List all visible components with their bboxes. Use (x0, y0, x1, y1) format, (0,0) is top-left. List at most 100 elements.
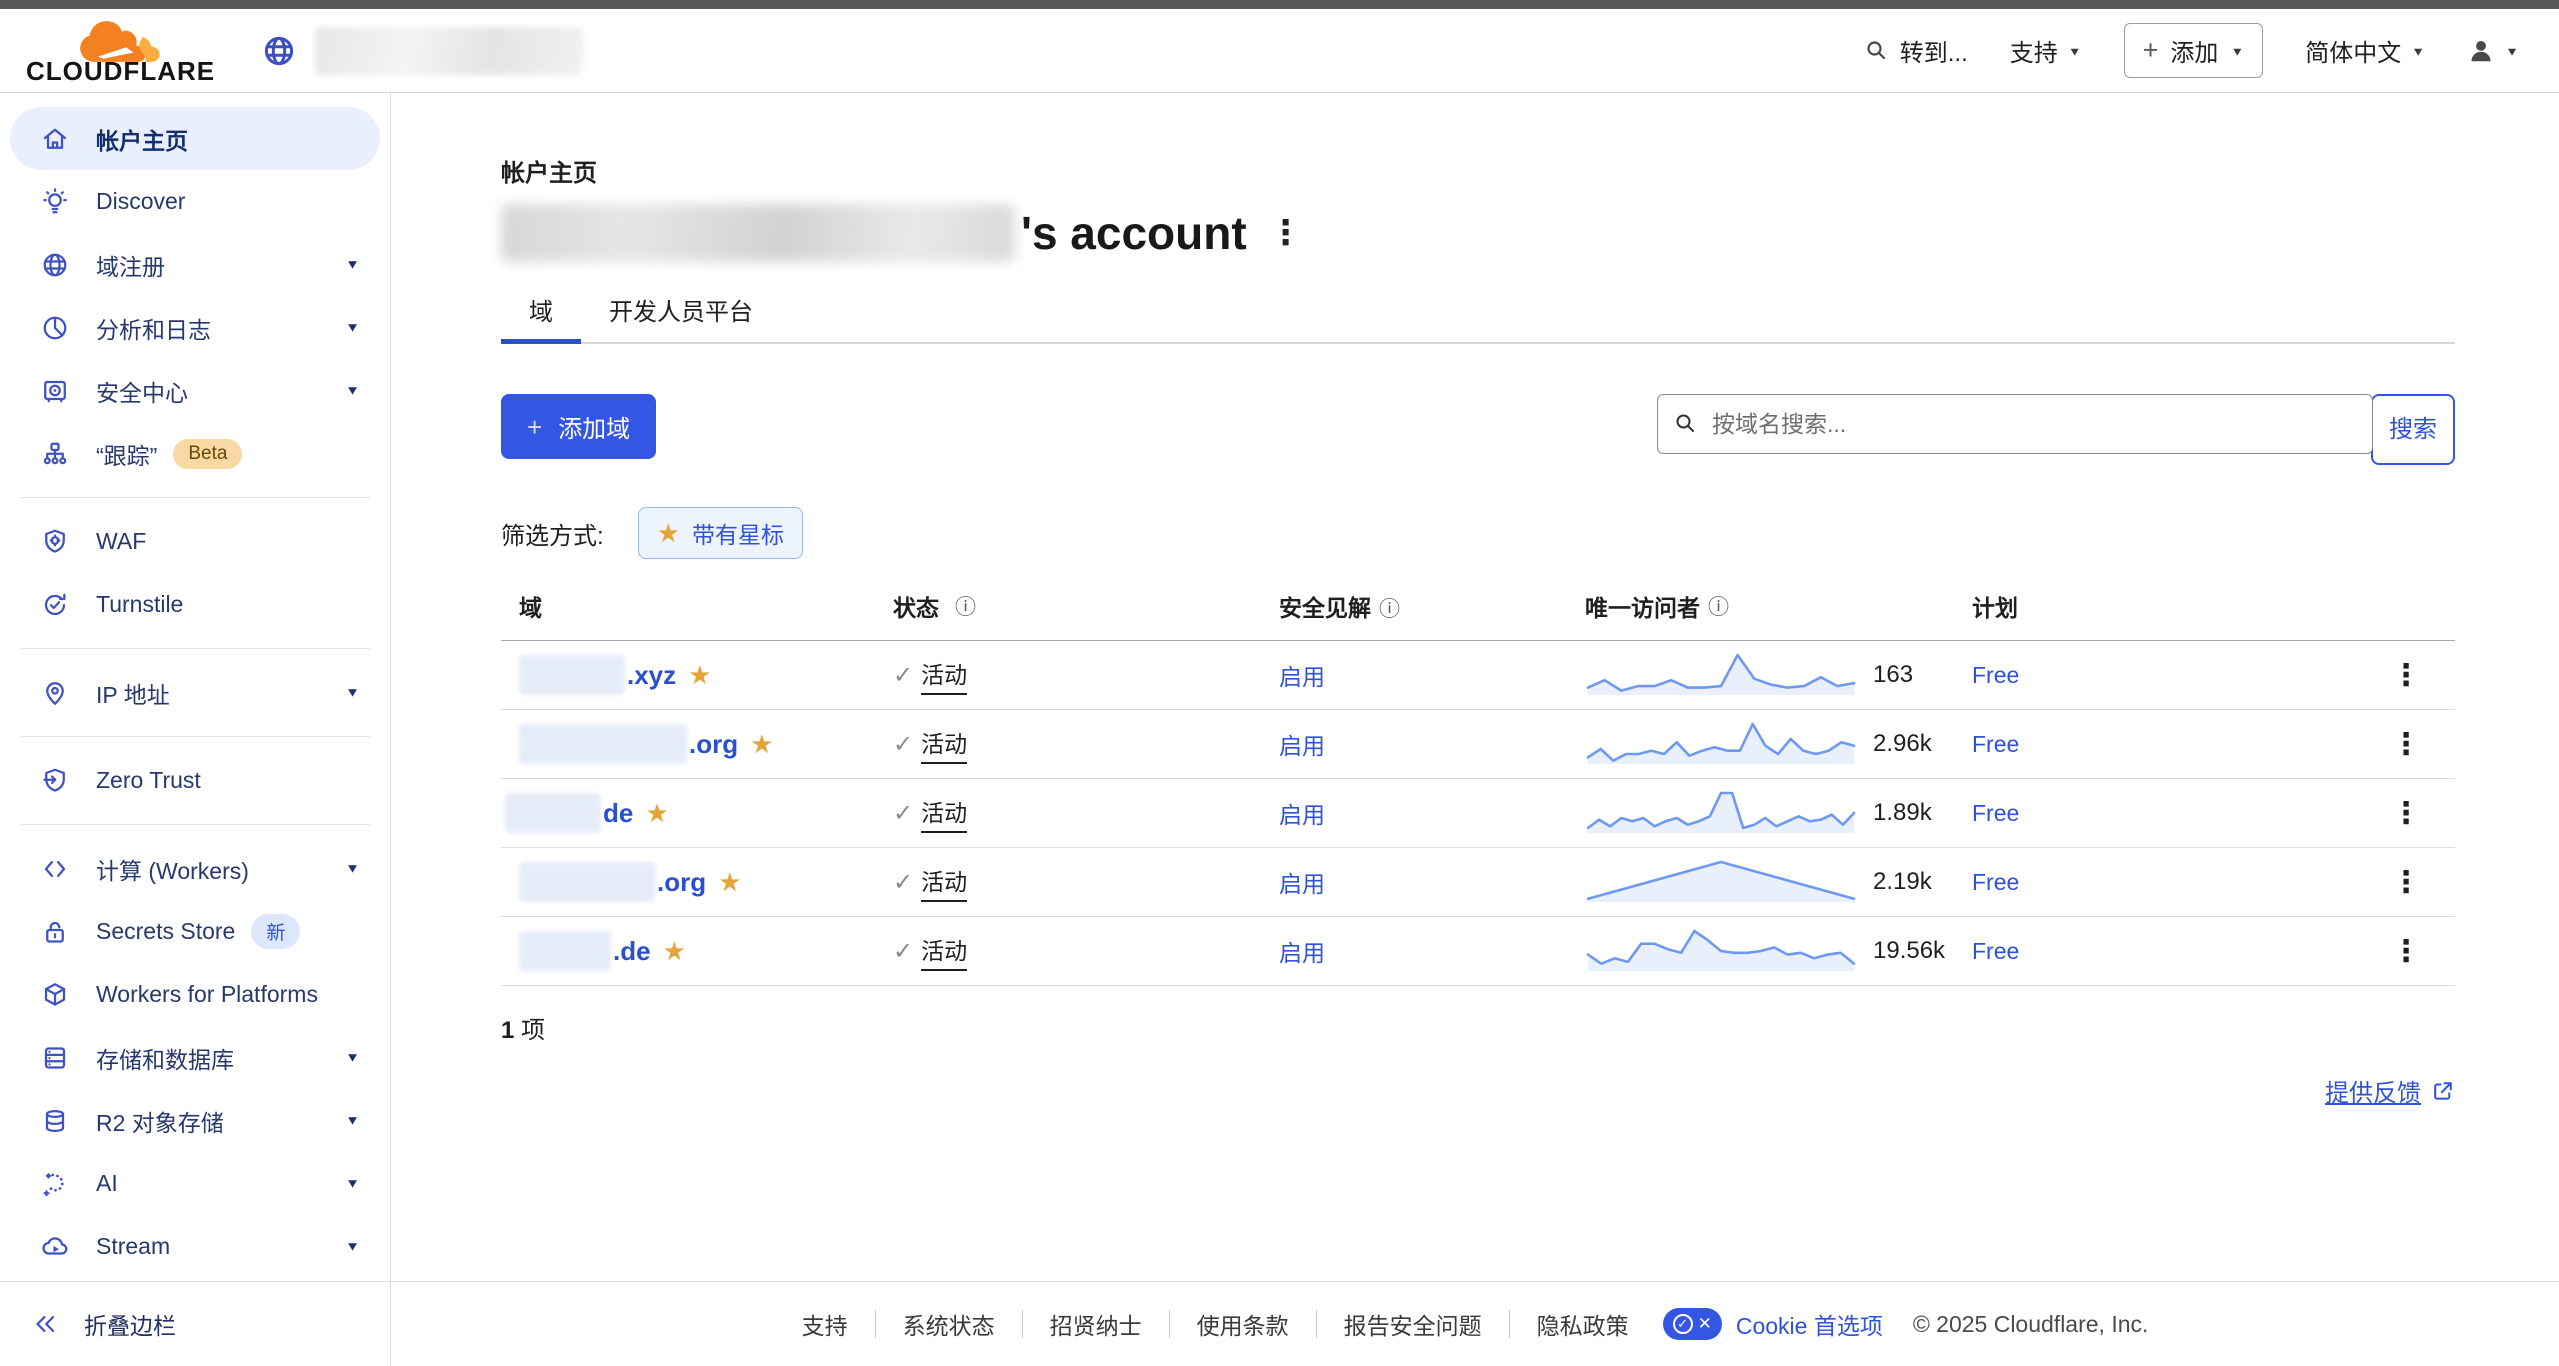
plan-link[interactable]: Free (1972, 869, 2019, 895)
status-text: 活动 (921, 794, 967, 833)
domain-link[interactable]: .de (613, 936, 651, 967)
sidebar-item-tracking[interactable]: “跟踪” Beta (10, 422, 380, 485)
insight-link[interactable]: 启用 (1279, 664, 1325, 690)
footer-separator (875, 1310, 876, 1338)
footer-link-terms[interactable]: 使用条款 (1197, 1307, 1289, 1341)
insight-link[interactable]: 启用 (1279, 940, 1325, 966)
visitors-cell: 163 (1585, 652, 1972, 698)
collapse-sidebar-button[interactable]: 折叠边栏 (0, 1281, 390, 1366)
account-kebab-menu[interactable]: ⋮ (1269, 213, 1303, 253)
footer-link-support[interactable]: 支持 (802, 1307, 848, 1341)
footer-link-careers[interactable]: 招贤纳士 (1050, 1307, 1142, 1341)
row-kebab-menu[interactable]: ⋮ (2391, 935, 2421, 968)
check-icon: ✓ (893, 799, 913, 828)
domain-search-input[interactable] (1657, 394, 2373, 454)
insight-link[interactable]: 启用 (1279, 871, 1325, 897)
star-icon[interactable]: ★ (645, 798, 668, 829)
sidebar-item-label: WAF (96, 528, 146, 555)
insight-link[interactable]: 启用 (1279, 733, 1325, 759)
table-header: 域 状态ⓘ 安全见解ⓘ 唯一访问者ⓘ 计划 (501, 589, 2455, 641)
shield-gear-icon (40, 527, 70, 557)
info-icon[interactable]: ⓘ (1379, 598, 1400, 621)
star-icon[interactable]: ★ (750, 729, 773, 760)
check-icon: ✓ (893, 661, 913, 690)
starred-filter-chip[interactable]: ★ 带有星标 (638, 507, 803, 559)
status-cell: ✓ 活动 (893, 725, 1279, 764)
cookie-consent-icon[interactable]: ✓ ✕ (1663, 1308, 1722, 1340)
footer-link-privacy[interactable]: 隐私政策 (1537, 1307, 1629, 1341)
sidebar-item-turnstile[interactable]: Turnstile (10, 573, 380, 636)
star-icon[interactable]: ★ (718, 867, 741, 898)
visitors-value: 2.19k (1873, 868, 1932, 896)
feedback-link[interactable]: 提供反馈 (2325, 1073, 2455, 1108)
visitors-value: 19.56k (1873, 937, 1945, 965)
sidebar-item-label: 计算 (Workers) (96, 852, 249, 886)
domain-link[interactable]: de (603, 798, 633, 829)
sidebar-item-analytics-logs[interactable]: 分析和日志 ▼ (10, 296, 380, 359)
domain-cell: de ★ (501, 793, 893, 833)
sidebar-item-storage-databases[interactable]: 存储和数据库 ▼ (10, 1026, 380, 1089)
cookie-preferences-link[interactable]: Cookie 首选项 (1736, 1307, 1883, 1341)
sidebar-item-security-center[interactable]: 安全中心 ▼ (10, 359, 380, 422)
row-kebab-menu[interactable]: ⋮ (2391, 797, 2421, 830)
footer-link-system-status[interactable]: 系统状态 (903, 1307, 995, 1341)
chevron-down-icon: ▼ (345, 320, 360, 334)
star-icon[interactable]: ★ (663, 936, 686, 967)
sidebar-item-account-home[interactable]: 帐户主页 (10, 107, 380, 170)
info-icon[interactable]: ⓘ (955, 591, 976, 621)
sidebar-item-waf[interactable]: WAF (10, 510, 380, 573)
sidebar-item-stream[interactable]: Stream ▼ (10, 1215, 380, 1278)
sidebar-item-discover[interactable]: Discover (10, 170, 380, 233)
bulb-icon (40, 187, 70, 217)
security-insight-cell: 启用 (1279, 934, 1585, 968)
visitors-value: 163 (1873, 661, 1913, 689)
info-icon[interactable]: ⓘ (1708, 591, 1729, 621)
add-domain-button[interactable]: + 添加域 (501, 394, 656, 459)
cloudflare-logo[interactable]: CLOUDFLARE (26, 18, 215, 84)
domain-link[interactable]: .xyz (627, 660, 676, 691)
chevron-down-icon: ▼ (2068, 44, 2082, 58)
footer-separator (1022, 1310, 1023, 1338)
plan-link[interactable]: Free (1972, 662, 2019, 688)
column-header-security-insights: 安全见解ⓘ (1279, 589, 1585, 623)
tab-developer-platform[interactable]: 开发人员平台 (581, 292, 781, 342)
sidebar-item-zero-trust[interactable]: Zero Trust (10, 749, 380, 812)
user-account-menu[interactable]: ▼ (2467, 37, 2519, 65)
page-title-row: 's account ⋮ (501, 200, 2455, 266)
insight-link[interactable]: 启用 (1279, 802, 1325, 828)
tab-domains[interactable]: 域 (501, 292, 581, 342)
go-to-search[interactable]: 转到... (1864, 33, 1968, 68)
lock-icon (40, 917, 70, 947)
plan-link[interactable]: Free (1972, 731, 2019, 757)
star-icon[interactable]: ★ (688, 660, 711, 691)
tab-bar: 域 开发人员平台 (501, 292, 2455, 344)
sidebar-item-ip-addresses[interactable]: IP 地址 ▼ (10, 661, 380, 724)
sidebar-item-workers-compute[interactable]: 计算 (Workers) ▼ (10, 837, 380, 900)
plan-link[interactable]: Free (1972, 800, 2019, 826)
domain-link[interactable]: .org (657, 867, 706, 898)
breadcrumb[interactable]: 帐户主页 (501, 153, 2455, 188)
footer-link-report-security[interactable]: 报告安全问题 (1344, 1307, 1482, 1341)
language-menu[interactable]: 简体中文 ▼ (2305, 33, 2425, 68)
account-title-redacted (501, 204, 1015, 262)
sidebar-item-domain-registration[interactable]: 域注册 ▼ (10, 233, 380, 296)
domain-link[interactable]: .org (689, 729, 738, 760)
support-label: 支持 (2010, 33, 2058, 68)
account-name-redacted[interactable] (315, 27, 583, 75)
account-globe-icon (261, 33, 297, 69)
row-kebab-menu[interactable]: ⋮ (2391, 659, 2421, 692)
row-kebab-menu[interactable]: ⋮ (2391, 866, 2421, 899)
add-menu-button[interactable]: + 添加 ▼ (2124, 23, 2264, 78)
sidebar-item-label: 域注册 (96, 248, 165, 282)
sidebar-item-secrets-store[interactable]: Secrets Store 新 (10, 900, 380, 963)
sidebar-item-label: 分析和日志 (96, 311, 211, 345)
sidebar-item-label: “跟踪” (96, 437, 157, 471)
sidebar-item-ai[interactable]: AI ▼ (10, 1152, 380, 1215)
search-button[interactable]: 搜索 (2371, 394, 2455, 465)
support-menu[interactable]: 支持 ▼ (2010, 33, 2082, 68)
sidebar-item-workers-for-platforms[interactable]: Workers for Platforms (10, 963, 380, 1026)
pie-chart-icon (40, 313, 70, 343)
row-kebab-menu[interactable]: ⋮ (2391, 728, 2421, 761)
plan-link[interactable]: Free (1972, 938, 2019, 964)
sidebar-item-r2-storage[interactable]: R2 对象存储 ▼ (10, 1089, 380, 1152)
